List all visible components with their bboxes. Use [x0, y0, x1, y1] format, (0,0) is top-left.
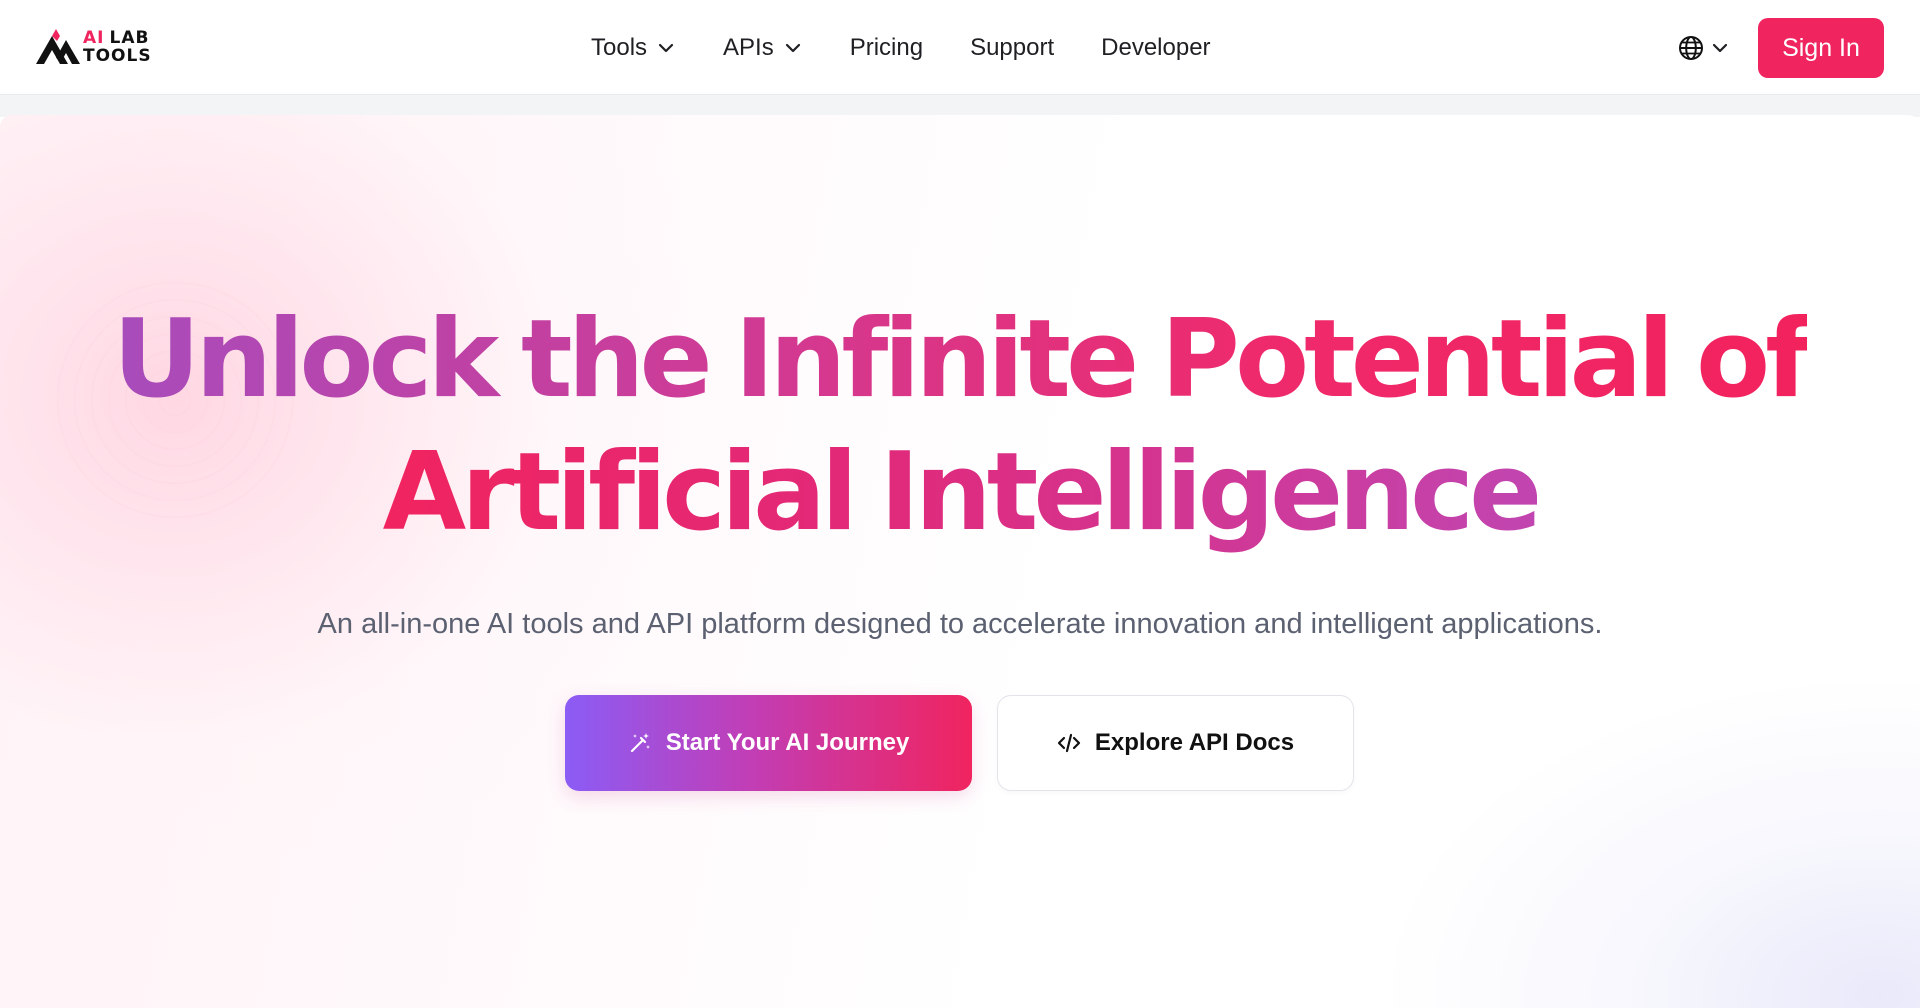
- nav-item-apis[interactable]: APIs: [723, 34, 803, 62]
- start-journey-button[interactable]: Start Your AI Journey: [565, 695, 972, 791]
- chevron-down-icon: [1712, 43, 1728, 53]
- hero-headline-line-2: Artificial Intelligence: [383, 426, 1543, 559]
- hero-section: [0, 115, 1920, 1008]
- explore-api-docs-label: Explore API Docs: [1094, 729, 1295, 756]
- nav-item-support[interactable]: Support: [970, 34, 1054, 62]
- globe-icon: [1679, 36, 1703, 60]
- top-navbar: AI LAB TOOLS Tools APIs Pricing Support …: [0, 0, 1920, 95]
- logo-text-tools: TOOLS: [83, 46, 152, 66]
- magic-wand-icon: [630, 733, 650, 753]
- logo-wordmark: AI LAB TOOLS: [83, 29, 152, 65]
- hero-headline: Unlock the Infinite Potential of Artific…: [0, 293, 1920, 559]
- logo-text-lab: LAB: [109, 28, 150, 48]
- chevron-down-icon: [785, 43, 800, 53]
- hero-subtitle: An all-in-one AI tools and API platform …: [317, 608, 1603, 640]
- sign-in-button[interactable]: Sign In: [1758, 18, 1884, 78]
- logo-mark-icon: [36, 29, 80, 64]
- chevron-down-icon: [658, 43, 674, 53]
- hero-headline-line-1: Unlock the Infinite Potential of: [113, 293, 1813, 426]
- main-nav: Tools APIs Pricing Support Developer: [591, 30, 1211, 66]
- nav-item-label: APIs: [723, 34, 774, 61]
- code-icon: [1057, 733, 1081, 753]
- nav-item-developer[interactable]: Developer: [1101, 34, 1210, 62]
- section-divider: [0, 95, 1920, 117]
- nav-item-pricing[interactable]: Pricing: [850, 34, 923, 62]
- logo-text-ai: AI: [83, 28, 105, 48]
- start-journey-label: Start Your AI Journey: [665, 729, 910, 756]
- explore-api-docs-button[interactable]: Explore API Docs: [997, 695, 1354, 791]
- language-switcher[interactable]: [1678, 35, 1730, 61]
- brand-logo[interactable]: AI LAB TOOLS: [36, 27, 152, 67]
- nav-item-tools[interactable]: Tools: [591, 34, 676, 62]
- nav-item-label: Tools: [591, 34, 648, 61]
